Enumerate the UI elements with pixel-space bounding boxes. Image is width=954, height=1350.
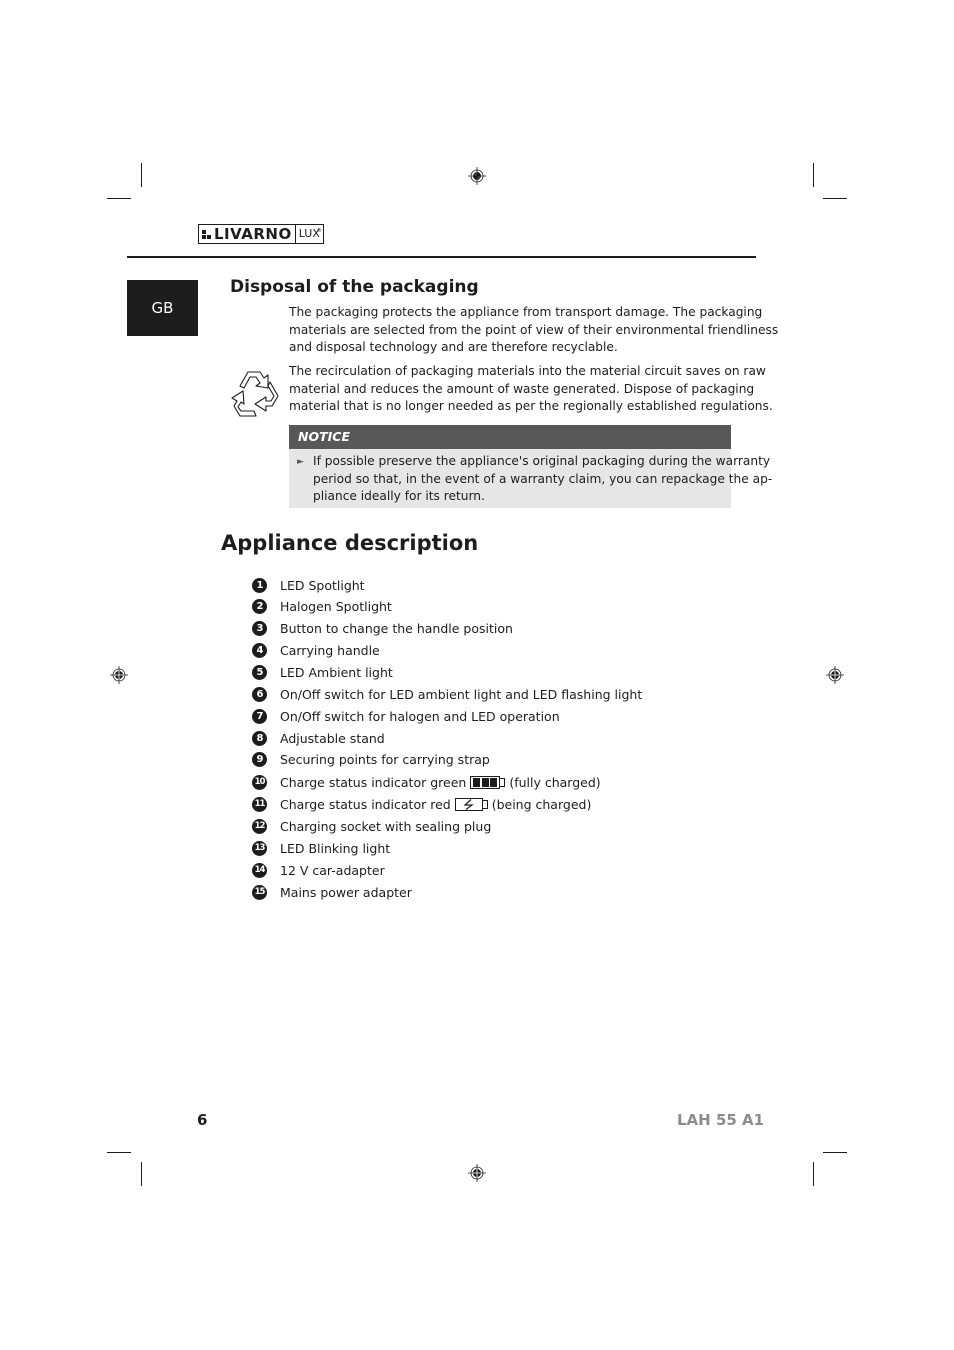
brand-sub: LUX ®: [294, 224, 324, 244]
logo-squares-icon: [202, 229, 211, 239]
registration-mark-icon: [110, 666, 128, 684]
notice-body: ► If possible preserve the appliance's o…: [289, 449, 773, 506]
list-item: 5 LED Ambient light: [252, 662, 393, 682]
notice-line: pliance ideally for its return.: [313, 489, 485, 504]
part-label: On/Off switch for halogen and LED operat…: [280, 708, 560, 724]
list-item: 8 Adjustable stand: [252, 728, 385, 748]
list-item: 12 Charging socket with sealing plug: [252, 816, 491, 836]
brand-name: LIVARNO: [214, 225, 292, 243]
crop-mark: [823, 1152, 847, 1153]
notice-line: If possible preserve the appliance's ori…: [313, 454, 771, 468]
notice-box: NOTICE ► If possible preserve the applia…: [289, 425, 773, 508]
part-label: Charge status indicator red: [280, 796, 451, 812]
registration-mark-icon: [826, 666, 844, 684]
list-item: 6 On/Off switch for LED ambient light an…: [252, 684, 642, 704]
part-suffix: (being charged): [491, 796, 592, 812]
part-number-badge: 11: [252, 796, 267, 812]
list-item: 10 Charge status indicator green (fully …: [252, 772, 601, 792]
part-label: Mains power adapter: [280, 884, 412, 900]
part-number-badge: 15: [252, 884, 267, 900]
text-line: The recirculation of packaging materials…: [289, 364, 766, 378]
part-number-badge: 13: [252, 840, 267, 856]
text-line: material that is no longer needed as per…: [289, 399, 773, 414]
language-tab: GB: [127, 280, 198, 336]
notice-line: period so that, in the event of a warran…: [313, 471, 773, 486]
text-line: material and reduces the amount of waste…: [289, 381, 755, 396]
disposal-paragraph-2: The recirculation of packaging materials…: [289, 363, 773, 416]
list-item: 4 Carrying handle: [252, 640, 380, 660]
list-item: 11 Charge status indicator red (being ch…: [252, 794, 591, 814]
registration-mark-icon: [468, 1164, 486, 1182]
part-label: Securing points for carrying strap: [280, 751, 490, 767]
part-label: Charge status indicator green: [280, 774, 467, 790]
crop-mark: [141, 163, 142, 187]
list-item: 14 12 V car-adapter: [252, 860, 385, 880]
crop-mark: [107, 1152, 131, 1153]
part-number-badge: 5: [252, 664, 267, 680]
part-label: Carrying handle: [280, 642, 380, 658]
battery-charging-icon: [454, 797, 488, 811]
part-number-badge: 10: [252, 774, 267, 790]
part-number-badge: 9: [252, 751, 267, 767]
part-label: LED Ambient light: [280, 664, 393, 680]
brand-logo: LIVARNO LUX ®: [198, 224, 324, 245]
part-label: Button to change the handle position: [280, 620, 513, 636]
part-number-badge: 2: [252, 598, 267, 614]
part-label: Halogen Spotlight: [280, 598, 392, 614]
header-divider: [127, 256, 756, 258]
section-title-appliance: Appliance description: [221, 531, 479, 555]
notice-title: NOTICE: [289, 425, 731, 449]
list-item: 13 LED Blinking light: [252, 838, 390, 858]
text-line: materials are selected from the point of…: [289, 322, 779, 337]
model-number: LAH 55 A1: [677, 1111, 765, 1129]
text-line: and disposal technology and are therefor…: [289, 340, 618, 355]
part-number-badge: 1: [252, 577, 267, 593]
part-number-badge: 12: [252, 818, 267, 834]
disposal-paragraph-1: The packaging protects the appliance fro…: [289, 304, 779, 357]
list-item: 2 Halogen Spotlight: [252, 596, 392, 616]
part-label: LED Blinking light: [280, 840, 391, 856]
list-item: 1 LED Spotlight: [252, 575, 365, 595]
section-title-disposal: Disposal of the packaging: [230, 277, 479, 297]
part-number-badge: 7: [252, 708, 267, 724]
part-number-badge: 6: [252, 686, 267, 702]
part-number-badge: 4: [252, 642, 267, 658]
registered-mark: ®: [316, 228, 322, 234]
list-item: 15 Mains power adapter: [252, 882, 412, 902]
logo-main: LIVARNO: [198, 224, 295, 244]
recycle-icon: [231, 371, 279, 417]
text-line: The packaging protects the appliance fro…: [289, 305, 763, 319]
list-item: 7 On/Off switch for halogen and LED oper…: [252, 706, 560, 726]
part-label: Adjustable stand: [280, 730, 385, 746]
part-label: LED Spotlight: [280, 577, 365, 593]
part-label: 12 V car-adapter: [280, 862, 385, 878]
part-number-badge: 14: [252, 862, 267, 878]
list-item: 9 Securing points for carrying strap: [252, 749, 490, 769]
part-suffix: (fully charged): [509, 774, 601, 790]
crop-mark: [813, 163, 814, 187]
part-label: On/Off switch for LED ambient light and …: [280, 686, 643, 702]
crop-mark: [823, 198, 847, 199]
crop-mark: [107, 198, 131, 199]
crop-mark: [813, 1162, 814, 1186]
arrow-right-icon: ►: [297, 457, 304, 467]
part-number-badge: 8: [252, 730, 267, 746]
part-label: Charging socket with sealing plug: [280, 818, 492, 834]
registration-mark-icon: [468, 167, 486, 185]
list-item: 3 Button to change the handle position: [252, 618, 513, 638]
page-number: 6: [197, 1111, 208, 1129]
crop-mark: [141, 1162, 142, 1186]
battery-full-icon: [470, 775, 506, 789]
part-number-badge: 3: [252, 620, 267, 636]
